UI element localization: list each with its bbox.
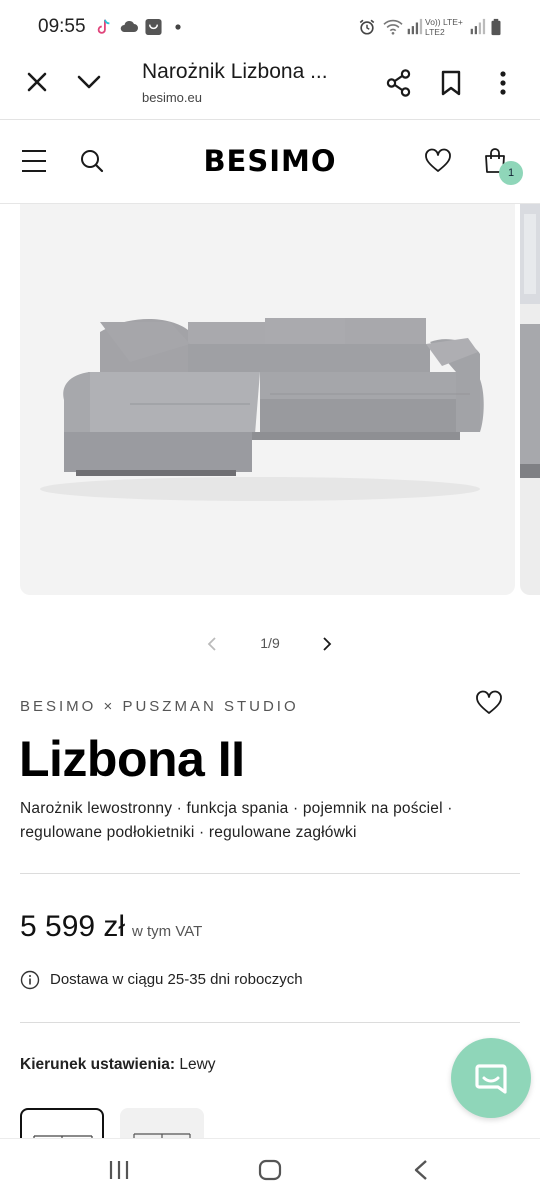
gallery-counter: 1/9: [260, 635, 280, 651]
divider: [20, 873, 520, 874]
product-brand: BESIMO × PUSZMAN STUDIO: [20, 698, 299, 715]
status-time: 09:55: [38, 16, 86, 37]
heart-icon[interactable]: [424, 148, 452, 174]
recent-apps-icon[interactable]: [108, 1159, 130, 1181]
home-icon[interactable]: [258, 1159, 282, 1181]
info-icon: [20, 970, 40, 990]
tiktok-icon: [97, 19, 110, 34]
site-header: BESIMO: [0, 120, 540, 204]
status-bar: 09:55 Vo)) LTE+ LTE2: [0, 0, 540, 56]
browser-toolbar: Narożnik Lizbona ... besimo.eu: [0, 56, 540, 120]
chat-icon: [475, 1064, 507, 1094]
close-icon[interactable]: [25, 70, 49, 94]
site-logo[interactable]: BESIMO: [0, 144, 540, 178]
signal-icon: [407, 18, 423, 35]
signal-icon: [470, 18, 486, 35]
network-type: Vo)) LTE+ LTE2: [425, 17, 463, 37]
alarm-icon: [359, 19, 375, 35]
orientation-label: Kierunek ustawienia:: [20, 1056, 176, 1073]
more-vert-icon[interactable]: [496, 69, 510, 97]
corner-sofa-image: [40, 318, 484, 501]
product-image[interactable]: [20, 204, 515, 595]
dot-icon: [175, 24, 181, 30]
bookmark-icon[interactable]: [440, 69, 462, 97]
divider: [20, 1022, 520, 1023]
next-image-preview[interactable]: [520, 204, 540, 595]
chevron-right-icon[interactable]: [320, 636, 334, 652]
page-url[interactable]: besimo.eu: [142, 90, 202, 105]
system-nav-bar: [0, 1138, 540, 1200]
vat-note: w tym VAT: [132, 923, 203, 940]
wifi-icon: [383, 19, 403, 35]
product-description: Narożnik lewostronny · funkcja spania · …: [20, 800, 453, 841]
battery-icon: [491, 18, 501, 36]
screen: 09:55 Vo)) LTE+ LTE2 Narożnik Lizbona ..…: [0, 0, 540, 1200]
shopping-bag-icon: [145, 18, 162, 36]
product-price: 5 599 zł: [20, 910, 126, 943]
gallery-pager: 1/9: [0, 634, 540, 654]
delivery-info: Dostawa w ciągu 25-35 dni roboczych: [50, 971, 303, 988]
product-name: Lizbona II: [19, 731, 245, 787]
chat-button[interactable]: [451, 1038, 531, 1118]
orientation-value: Lewy: [179, 1056, 216, 1073]
back-icon[interactable]: [412, 1159, 430, 1181]
cart-count-badge[interactable]: 1: [499, 161, 523, 185]
next-image-thumb: [520, 204, 540, 478]
cloud-icon: [120, 20, 138, 32]
orientation-row: Kierunek ustawienia: Lewy: [20, 1056, 216, 1074]
chevron-down-icon[interactable]: [76, 70, 102, 94]
wishlist-heart-icon[interactable]: [475, 690, 503, 716]
share-icon[interactable]: [385, 69, 413, 97]
page-title[interactable]: Narożnik Lizbona ...: [142, 60, 328, 84]
chevron-left-icon[interactable]: [205, 636, 219, 652]
